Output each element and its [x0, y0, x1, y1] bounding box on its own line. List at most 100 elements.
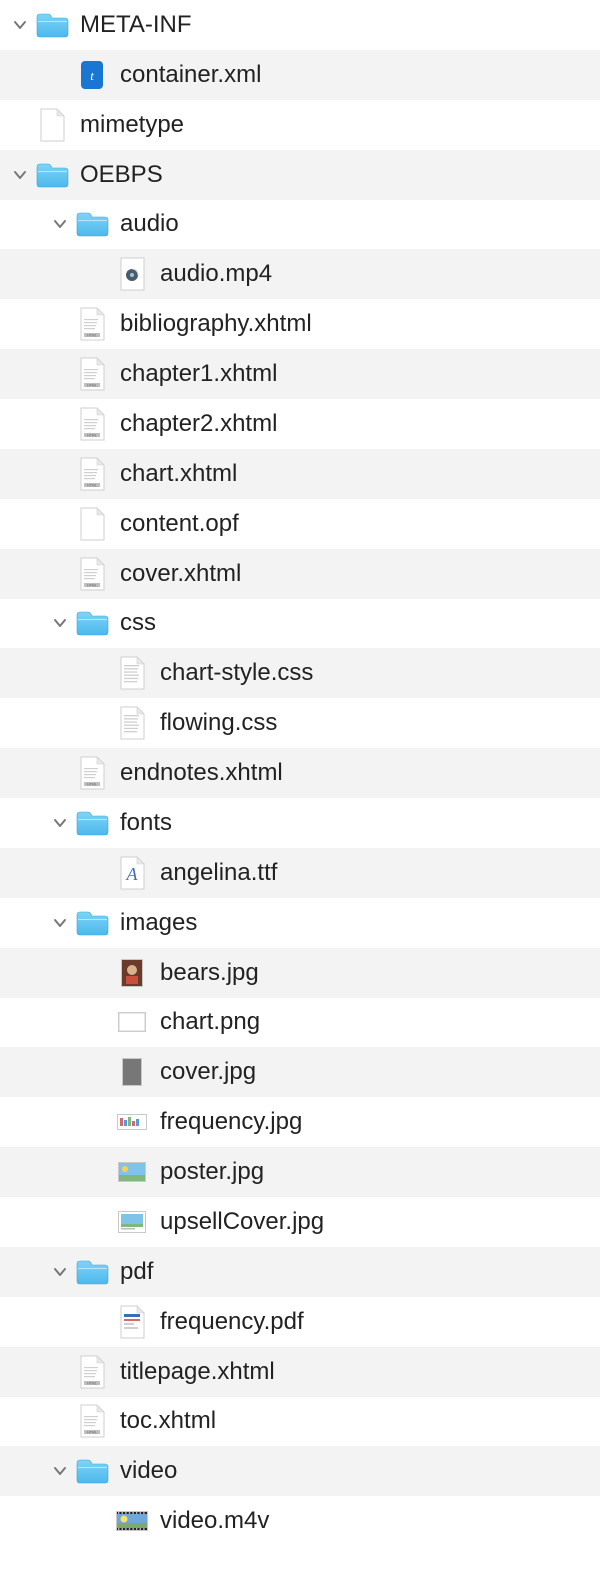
svg-text:HTML: HTML	[87, 1381, 97, 1385]
file-icon	[112, 1211, 152, 1233]
tree-row[interactable]: HTMLbibliography.xhtml	[0, 299, 600, 349]
item-label: OEBPS	[72, 161, 163, 189]
chevron-down-icon[interactable]	[48, 216, 72, 232]
item-label: toc.xhtml	[112, 1407, 216, 1435]
svg-text:HTML: HTML	[87, 483, 97, 487]
file-icon	[32, 108, 72, 142]
item-label: frequency.jpg	[152, 1108, 302, 1136]
tree-row[interactable]: css	[0, 599, 600, 649]
chevron-down-icon[interactable]	[8, 17, 32, 33]
tree-row[interactable]: HTML chapter1.xhtml	[0, 349, 600, 399]
tree-row[interactable]: frequency.jpg	[0, 1097, 600, 1147]
item-label: chapter2.xhtml	[112, 410, 277, 438]
item-label: css	[112, 609, 156, 637]
folder-icon	[32, 161, 72, 189]
svg-text:HTML: HTML	[87, 384, 97, 388]
file-icon: HTML	[72, 1404, 112, 1438]
svg-text:HTML: HTML	[87, 1431, 97, 1435]
file-icon: HTML	[72, 557, 112, 591]
item-label: chart.png	[152, 1008, 260, 1036]
item-label: chapter1.xhtml	[112, 360, 277, 388]
file-icon: A	[112, 856, 152, 890]
tree-row[interactable]: HTML chapter2.xhtml	[0, 399, 600, 449]
tree-row[interactable]: HTML endnotes.xhtml	[0, 748, 600, 798]
tree-row[interactable]: META-INF	[0, 0, 600, 50]
folder-icon	[72, 609, 112, 637]
tree-row[interactable]: OEBPS	[0, 150, 600, 200]
folder-icon	[72, 1258, 112, 1286]
item-label: audio	[112, 210, 179, 238]
item-label: video	[112, 1457, 177, 1485]
item-label: META-INF	[72, 11, 192, 39]
item-label: content.opf	[112, 510, 239, 538]
chevron-down-icon[interactable]	[48, 915, 72, 931]
tree-row[interactable]: upsellCover.jpg	[0, 1197, 600, 1247]
svg-text:HTML: HTML	[87, 433, 97, 437]
file-icon	[112, 1012, 152, 1032]
tree-row[interactable]: bears.jpg	[0, 948, 600, 998]
tree-row[interactable]: video	[0, 1446, 600, 1496]
item-label: pdf	[112, 1258, 153, 1286]
item-label: endnotes.xhtml	[112, 759, 283, 787]
tree-row[interactable]: fonts	[0, 798, 600, 848]
item-label: cover.jpg	[152, 1058, 256, 1086]
item-label: mimetype	[72, 111, 184, 139]
file-tree: META-INF t container.xml mimetype OEBPS a…	[0, 0, 600, 1546]
item-label: cover.xhtml	[112, 560, 241, 588]
chevron-down-icon[interactable]	[48, 1264, 72, 1280]
file-icon: HTML	[72, 457, 112, 491]
tree-row[interactable]: audio	[0, 200, 600, 250]
file-icon: HTML	[72, 756, 112, 790]
tree-row[interactable]: HTML toc.xhtml	[0, 1397, 600, 1447]
tree-row[interactable]: HTML chart.xhtml	[0, 449, 600, 499]
svg-text:A: A	[126, 864, 139, 884]
file-icon	[112, 959, 152, 987]
item-label: upsellCover.jpg	[152, 1208, 324, 1236]
item-label: poster.jpg	[152, 1158, 264, 1186]
tree-row[interactable]: images	[0, 898, 600, 948]
file-icon: HTML	[72, 407, 112, 441]
item-label: frequency.pdf	[152, 1308, 304, 1336]
chevron-down-icon[interactable]	[48, 1463, 72, 1479]
tree-row[interactable]: frequency.pdf	[0, 1297, 600, 1347]
file-icon	[112, 1305, 152, 1339]
tree-row[interactable]: flowing.css	[0, 698, 600, 748]
item-label: titlepage.xhtml	[112, 1358, 275, 1386]
tree-row[interactable]: chart-style.css	[0, 648, 600, 698]
item-label: fonts	[112, 809, 172, 837]
chevron-down-icon[interactable]	[8, 167, 32, 183]
chevron-down-icon[interactable]	[48, 615, 72, 631]
chevron-down-icon[interactable]	[48, 815, 72, 831]
svg-text:t: t	[90, 68, 94, 83]
tree-row[interactable]: HTML titlepage.xhtml	[0, 1347, 600, 1397]
item-label: flowing.css	[152, 709, 277, 737]
svg-text:HTML: HTML	[87, 783, 97, 787]
tree-row[interactable]: poster.jpg	[0, 1147, 600, 1197]
tree-row[interactable]: content.opf	[0, 499, 600, 549]
item-label: video.m4v	[152, 1507, 269, 1535]
file-icon	[112, 1058, 152, 1086]
tree-row[interactable]: pdf	[0, 1247, 600, 1297]
file-icon: HTML	[72, 1355, 112, 1389]
item-label: chart-style.css	[152, 659, 313, 687]
tree-row[interactable]: t container.xml	[0, 50, 600, 100]
file-icon	[112, 1162, 152, 1182]
folder-icon	[32, 11, 72, 39]
tree-row[interactable]: video.m4v	[0, 1496, 600, 1546]
file-icon: t	[72, 58, 112, 92]
svg-text:HTML: HTML	[87, 583, 97, 587]
file-icon	[72, 507, 112, 541]
tree-row[interactable]: Aangelina.ttf	[0, 848, 600, 898]
tree-row[interactable]: mimetype	[0, 100, 600, 150]
folder-icon	[72, 210, 112, 238]
tree-row[interactable]: audio.mp4	[0, 249, 600, 299]
tree-row[interactable]: HTML cover.xhtml	[0, 549, 600, 599]
file-icon: HTML	[72, 307, 112, 341]
tree-row[interactable]: cover.jpg	[0, 1047, 600, 1097]
file-icon	[112, 1511, 152, 1531]
item-label: chart.xhtml	[112, 460, 237, 488]
folder-icon	[72, 1457, 112, 1485]
folder-icon	[72, 809, 112, 837]
item-label: container.xml	[112, 61, 261, 89]
tree-row[interactable]: chart.png	[0, 998, 600, 1048]
